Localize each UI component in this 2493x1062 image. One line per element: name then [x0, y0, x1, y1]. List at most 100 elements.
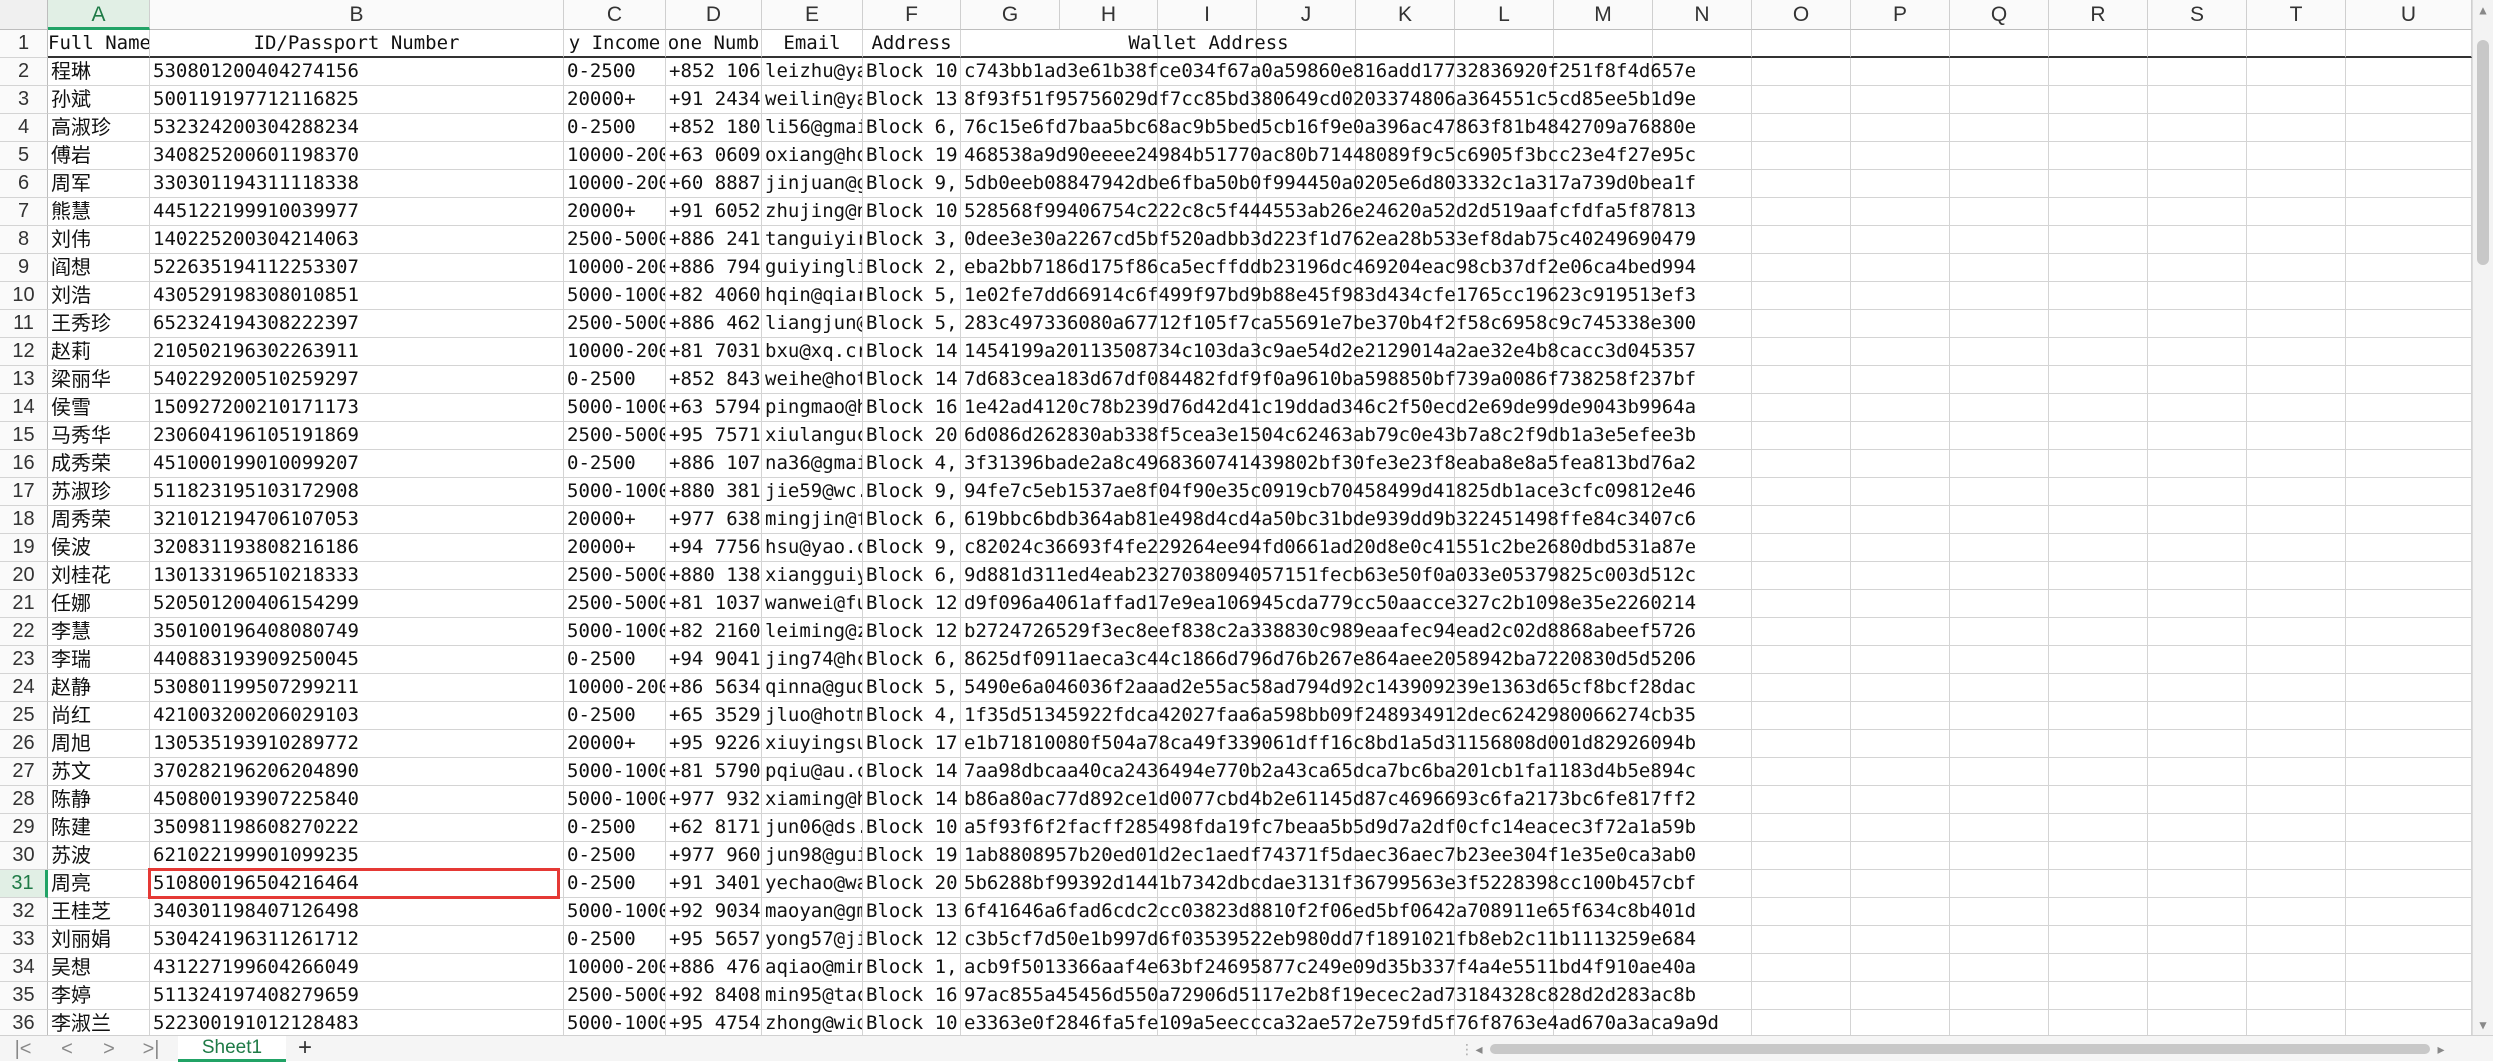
grid-cell[interactable] — [1851, 1010, 1950, 1035]
grid-cell[interactable] — [1950, 870, 2049, 898]
grid-cell[interactable] — [2247, 58, 2346, 86]
grid-cell[interactable]: 2500-5000 — [564, 982, 666, 1010]
grid-cell[interactable] — [1950, 1010, 2049, 1035]
grid-cell[interactable]: 530424196311261712 — [150, 926, 564, 954]
grid-cell[interactable] — [1752, 450, 1851, 478]
grid-cell[interactable]: +977 63885 — [666, 506, 762, 534]
grid-cell[interactable]: +977 96014 — [666, 842, 762, 870]
grid-cell[interactable] — [2049, 814, 2148, 842]
grid-cell[interactable]: b2724726529f3ec8eef838c2a338830c989eaafe… — [961, 618, 1696, 646]
grid-cell[interactable]: c743bb1ad3e61b38fce034f67a0a59860e816add… — [961, 58, 1696, 86]
grid-cell[interactable]: 0-2500 — [564, 646, 666, 674]
grid-cell[interactable]: +94 90418 — [666, 646, 762, 674]
grid-cell[interactable]: 511324197408279659 — [150, 982, 564, 1010]
grid-cell[interactable] — [2148, 366, 2247, 394]
grid-cell[interactable] — [2148, 898, 2247, 926]
grid-cell[interactable] — [1950, 142, 2049, 170]
grid-cell[interactable]: +81 10377 — [666, 590, 762, 618]
row-header-7[interactable]: 7 — [0, 198, 48, 226]
grid-cell[interactable]: 2500-5000 — [564, 590, 666, 618]
grid-cell[interactable] — [1851, 394, 1950, 422]
grid-cell[interactable]: zhujing@n — [762, 198, 863, 226]
grid-cell[interactable]: 7d683cea183d67df084482fdf9f0a9610ba59885… — [961, 366, 1696, 394]
grid-cell[interactable]: Block 16, — [863, 982, 961, 1010]
scroll-up-icon[interactable]: ▲ — [2473, 0, 2493, 20]
grid-cell[interactable] — [2247, 842, 2346, 870]
grid-cell[interactable] — [1851, 982, 1950, 1010]
spreadsheet-grid[interactable]: ABCDEFGHIJKLMNOPQRSTU 1 Full Name ID/Passp… — [0, 0, 2472, 1035]
grid-cell[interactable]: Block 17, — [863, 730, 961, 758]
column-header-n[interactable]: N — [1653, 0, 1752, 30]
horizontal-scroll-thumb[interactable] — [1490, 1044, 2430, 1054]
grid-cell[interactable]: jluo@hotm — [762, 702, 863, 730]
grid-cell[interactable]: +886 24171 — [666, 226, 762, 254]
grid-cell[interactable] — [2247, 926, 2346, 954]
grid-cell[interactable] — [2346, 226, 2472, 254]
grid-cell[interactable] — [2148, 618, 2247, 646]
grid-cell[interactable]: b86a80ac77d892ce1d0077cbd4b2e61145d87c46… — [961, 786, 1696, 814]
grid-cell[interactable] — [2148, 422, 2247, 450]
grid-cell[interactable]: 李慧 — [48, 618, 150, 646]
grid-cell[interactable] — [1950, 86, 2049, 114]
grid-cell[interactable] — [2247, 506, 2346, 534]
grid-cell[interactable]: +852 84388 — [666, 366, 762, 394]
grid-cell[interactable] — [1950, 450, 2049, 478]
grid-cell[interactable] — [2148, 478, 2247, 506]
grid-cell[interactable] — [1851, 422, 1950, 450]
row-header-4[interactable]: 4 — [0, 114, 48, 142]
grid-cell[interactable] — [2148, 562, 2247, 590]
grid-cell[interactable]: jing74@hc — [762, 646, 863, 674]
grid-cell[interactable]: Block 19, — [863, 842, 961, 870]
grid-cell[interactable] — [2247, 282, 2346, 310]
grid-cell[interactable] — [1950, 58, 2049, 86]
grid-cell[interactable] — [1851, 562, 1950, 590]
grid-cell[interactable] — [2346, 562, 2472, 590]
grid-cell[interactable]: na36@gmai — [762, 450, 863, 478]
sheet-tab-sheet1[interactable]: Sheet1 — [178, 1036, 286, 1062]
grid-cell[interactable]: 赵莉 — [48, 338, 150, 366]
vertical-scrollbar[interactable]: ▲ ▼ — [2472, 0, 2493, 1035]
grid-cell[interactable] — [2346, 422, 2472, 450]
grid-cell[interactable] — [2346, 58, 2472, 86]
grid-cell[interactable]: 450800193907225840 — [150, 786, 564, 814]
grid-cell[interactable]: 130133196510218333 — [150, 562, 564, 590]
grid-cell[interactable] — [1752, 254, 1851, 282]
scroll-down-icon[interactable]: ▼ — [2473, 1015, 2493, 1035]
header-cell[interactable]: ID/Passport Number — [150, 30, 564, 58]
row-header-12[interactable]: 12 — [0, 338, 48, 366]
grid-cell[interactable] — [1950, 646, 2049, 674]
grid-cell[interactable] — [2247, 898, 2346, 926]
grid-cell[interactable]: c3b5cf7d50e1b997d6f03539522eb980dd7f1891… — [961, 926, 1696, 954]
grid-cell[interactable] — [2049, 366, 2148, 394]
grid-cell[interactable]: 梁丽华 — [48, 366, 150, 394]
grid-cell[interactable]: +886 10792 — [666, 450, 762, 478]
grid-cell[interactable]: 0-2500 — [564, 926, 666, 954]
grid-cell[interactable] — [1752, 534, 1851, 562]
grid-cell[interactable] — [2247, 954, 2346, 982]
grid-cell[interactable]: Block 12, — [863, 926, 961, 954]
grid-cell[interactable] — [2148, 534, 2247, 562]
grid-cell[interactable]: 210502196302263911 — [150, 338, 564, 366]
grid-cell[interactable] — [1851, 310, 1950, 338]
grid-cell[interactable]: d9f096a4061affad17e9ea106945cda779cc50aa… — [961, 590, 1696, 618]
grid-cell[interactable] — [1752, 422, 1851, 450]
grid-cell[interactable] — [2247, 86, 2346, 114]
grid-cell[interactable]: +91 24342 — [666, 86, 762, 114]
grid-cell[interactable]: 451000199010099207 — [150, 450, 564, 478]
grid-cell[interactable] — [2247, 450, 2346, 478]
grid-cell[interactable]: hsu@yao.c — [762, 534, 863, 562]
grid-cell[interactable]: 652324194308222397 — [150, 310, 564, 338]
row-header-35[interactable]: 35 — [0, 982, 48, 1010]
grid-cell[interactable] — [2049, 86, 2148, 114]
grid-cell[interactable]: Block 4, — [863, 450, 961, 478]
grid-cell[interactable] — [2148, 926, 2247, 954]
grid-cell[interactable]: wanwei@fu — [762, 590, 863, 618]
row-header-32[interactable]: 32 — [0, 898, 48, 926]
grid-cell[interactable]: 20000+ — [564, 86, 666, 114]
grid-cell[interactable] — [2148, 842, 2247, 870]
grid-cell[interactable]: 傅岩 — [48, 142, 150, 170]
grid-cell[interactable] — [1752, 786, 1851, 814]
row-header-8[interactable]: 8 — [0, 226, 48, 254]
grid-cell[interactable]: Block 14, — [863, 758, 961, 786]
grid-cell[interactable] — [1752, 926, 1851, 954]
